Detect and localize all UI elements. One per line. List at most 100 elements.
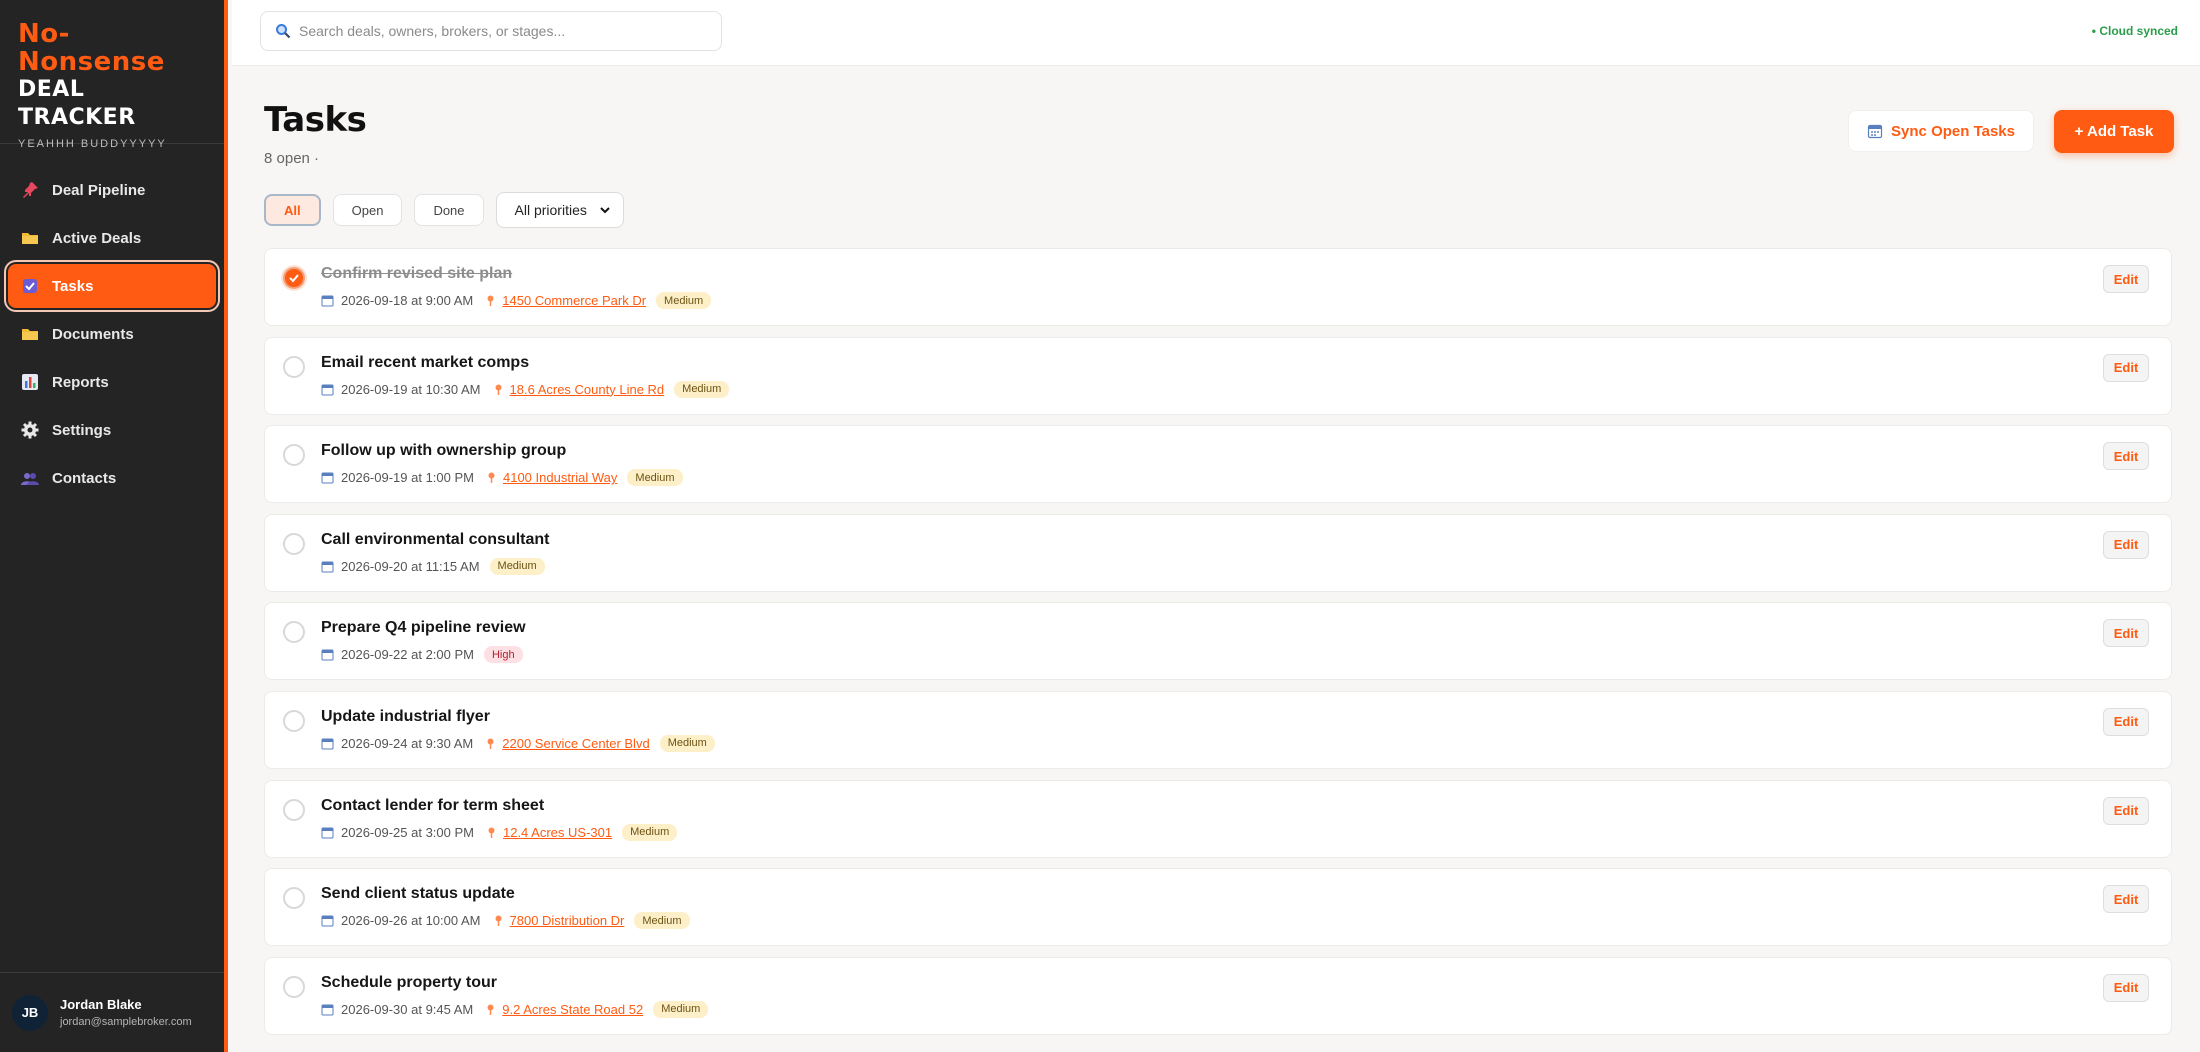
open-count: 8 open · bbox=[264, 150, 320, 167]
task-checkbox[interactable] bbox=[283, 267, 305, 289]
priority-badge: Medium bbox=[674, 380, 730, 398]
checkbox-icon bbox=[23, 279, 37, 293]
sidebar-item-documents[interactable]: Documents bbox=[8, 312, 216, 356]
sidebar-item-label: Documents bbox=[52, 325, 134, 343]
top-bar: • Cloud synced bbox=[232, 0, 2200, 66]
calendar-icon bbox=[321, 295, 334, 307]
sidebar-item-deal-pipeline[interactable]: Deal Pipeline bbox=[8, 168, 216, 212]
search-icon bbox=[276, 24, 291, 39]
task-due: 2026-09-24 at 9:30 AM bbox=[341, 735, 474, 751]
task-deal-name: 18.6 Acres County Line Rd bbox=[509, 381, 665, 397]
priority-badge: Medium bbox=[622, 823, 678, 841]
avatar: JB bbox=[12, 994, 48, 1031]
people-icon bbox=[21, 473, 39, 485]
checkmark-icon bbox=[289, 274, 299, 283]
gear-icon bbox=[21, 421, 39, 439]
task-deal-name: 7800 Distribution Dr bbox=[509, 913, 625, 929]
task-deal-link[interactable]: 7800 Distribution Dr bbox=[493, 913, 625, 929]
sidebar-item-label: Deal Pipeline bbox=[52, 181, 146, 199]
task-meta: 2026-09-19 at 1:00 PM 4100 Industrial Wa… bbox=[321, 469, 683, 487]
task-deal-name: 4100 Industrial Way bbox=[502, 470, 618, 486]
task-row: Confirm revised site plan 2026-09-18 at … bbox=[264, 248, 2172, 326]
sidebar-item-contacts[interactable]: Contacts bbox=[8, 456, 216, 500]
task-due: 2026-09-26 at 10:00 AM bbox=[341, 913, 481, 929]
search-box[interactable] bbox=[260, 11, 722, 51]
task-row: Follow up with ownership group 2026-09-1… bbox=[264, 425, 2172, 504]
task-due: 2026-09-19 at 1:00 PM bbox=[341, 470, 474, 486]
sidebar-item-reports[interactable]: Reports bbox=[8, 360, 216, 404]
task-meta: 2026-09-25 at 3:00 PM 12.4 Acres US-301 … bbox=[321, 823, 678, 841]
brand-logo: No- Nonsense DEAL TRACKER YEAHHH BUDDYYY… bbox=[0, 0, 224, 150]
sidebar-item-tasks[interactable]: Tasks bbox=[8, 264, 216, 308]
edit-task-button[interactable]: Edit bbox=[2103, 265, 2149, 293]
edit-task-button[interactable]: Edit bbox=[2103, 442, 2149, 471]
task-deal-link[interactable]: 12.4 Acres US-301 bbox=[486, 825, 612, 840]
priority-select-value: All priorities bbox=[514, 202, 587, 218]
priority-select[interactable]: All priorities bbox=[495, 192, 624, 228]
filter-all[interactable]: All bbox=[264, 194, 321, 226]
task-checkbox[interactable] bbox=[283, 355, 305, 378]
task-meta: 2026-09-26 at 10:00 AM 7800 Distribution… bbox=[321, 912, 690, 930]
edit-task-button[interactable]: Edit bbox=[2103, 707, 2149, 736]
edit-task-button[interactable]: Edit bbox=[2103, 353, 2149, 382]
filter-open[interactable]: Open bbox=[332, 194, 403, 226]
sync-open-tasks-label: Sync Open Tasks bbox=[1891, 122, 2015, 140]
sidebar-item-active-deals[interactable]: Active Deals bbox=[8, 216, 216, 260]
task-deal-link[interactable]: 1450 Commerce Park Dr bbox=[485, 293, 646, 308]
task-title: Update industrial flyer bbox=[321, 707, 490, 725]
edit-task-button[interactable]: Edit bbox=[2103, 619, 2149, 648]
task-filters: All Open Done All priorities bbox=[264, 192, 624, 228]
brand-line-nonsense: Nonsense bbox=[18, 47, 165, 77]
search-input[interactable] bbox=[299, 23, 719, 39]
edit-task-button[interactable]: Edit bbox=[2103, 530, 2149, 559]
sync-open-tasks-button[interactable]: Sync Open Tasks bbox=[1848, 110, 2034, 152]
task-row: Email recent market comps 2026-09-19 at … bbox=[264, 336, 2172, 415]
task-meta: 2026-09-22 at 2:00 PM High bbox=[321, 646, 523, 664]
folder-icon bbox=[22, 329, 38, 340]
task-row: Call environmental consultant 2026-09-20… bbox=[264, 513, 2172, 592]
task-checkbox[interactable] bbox=[283, 621, 305, 644]
task-deal-link[interactable]: 2200 Service Center Blvd bbox=[485, 735, 650, 751]
edit-task-button[interactable]: Edit bbox=[2103, 973, 2149, 1002]
task-title: Schedule property tour bbox=[321, 973, 498, 991]
user-profile[interactable]: JB Jordan Blake jordan@samplebroker.com bbox=[0, 972, 224, 1052]
pushpin-icon bbox=[23, 182, 38, 198]
task-due: 2026-09-22 at 2:00 PM bbox=[341, 647, 474, 663]
user-info: Jordan Blake jordan@samplebroker.com bbox=[60, 997, 192, 1028]
priority-badge: Medium bbox=[634, 912, 690, 930]
task-meta: 2026-09-18 at 9:00 AM 1450 Commerce Park… bbox=[321, 292, 712, 309]
task-checkbox[interactable] bbox=[283, 444, 305, 467]
task-deal-link[interactable]: 18.6 Acres County Line Rd bbox=[493, 381, 665, 397]
task-checkbox[interactable] bbox=[283, 532, 305, 555]
task-row: Prepare Q4 pipeline review 2026-09-22 at… bbox=[264, 602, 2172, 681]
edit-task-button[interactable]: Edit bbox=[2103, 796, 2149, 825]
task-deal-link[interactable]: 4100 Industrial Way bbox=[486, 470, 617, 485]
task-deal-link[interactable]: 9.2 Acres State Road 52 bbox=[485, 1002, 643, 1017]
task-due: 2026-09-30 at 9:45 AM bbox=[341, 1001, 474, 1017]
task-checkbox[interactable] bbox=[283, 975, 305, 998]
calendar-icon bbox=[321, 384, 334, 396]
priority-badge: Medium bbox=[659, 734, 715, 752]
task-row: Schedule property tour 2026-09-30 at 9:4… bbox=[264, 956, 2172, 1035]
task-checkbox[interactable] bbox=[283, 798, 305, 821]
task-title: Send client status update bbox=[321, 885, 515, 903]
add-task-button[interactable]: + Add Task bbox=[2054, 110, 2174, 153]
task-meta: 2026-09-30 at 9:45 AM 9.2 Acres State Ro… bbox=[321, 1000, 709, 1018]
task-deal-name: 2200 Service Center Blvd bbox=[502, 735, 650, 751]
task-checkbox[interactable] bbox=[283, 709, 305, 732]
pin-icon bbox=[487, 1004, 494, 1015]
sidebar-item-label: Contacts bbox=[52, 469, 117, 487]
calendar-icon bbox=[321, 1004, 334, 1016]
calendar-icon bbox=[321, 561, 334, 573]
task-title: Prepare Q4 pipeline review bbox=[321, 619, 526, 637]
task-title: Confirm revised site plan bbox=[321, 265, 513, 282]
priority-badge: Medium bbox=[627, 469, 683, 487]
sidebar-item-settings[interactable]: Settings bbox=[8, 408, 216, 452]
pin-icon bbox=[487, 738, 494, 749]
task-deal-name: 9.2 Acres State Road 52 bbox=[502, 1001, 644, 1017]
edit-task-button[interactable]: Edit bbox=[2103, 885, 2149, 914]
task-checkbox[interactable] bbox=[283, 887, 305, 910]
filter-done[interactable]: Done bbox=[414, 194, 484, 226]
brand-line-deal-tracker: DEAL TRACKER bbox=[18, 77, 136, 130]
sidebar: No- Nonsense DEAL TRACKER YEAHHH BUDDYYY… bbox=[0, 0, 228, 1052]
